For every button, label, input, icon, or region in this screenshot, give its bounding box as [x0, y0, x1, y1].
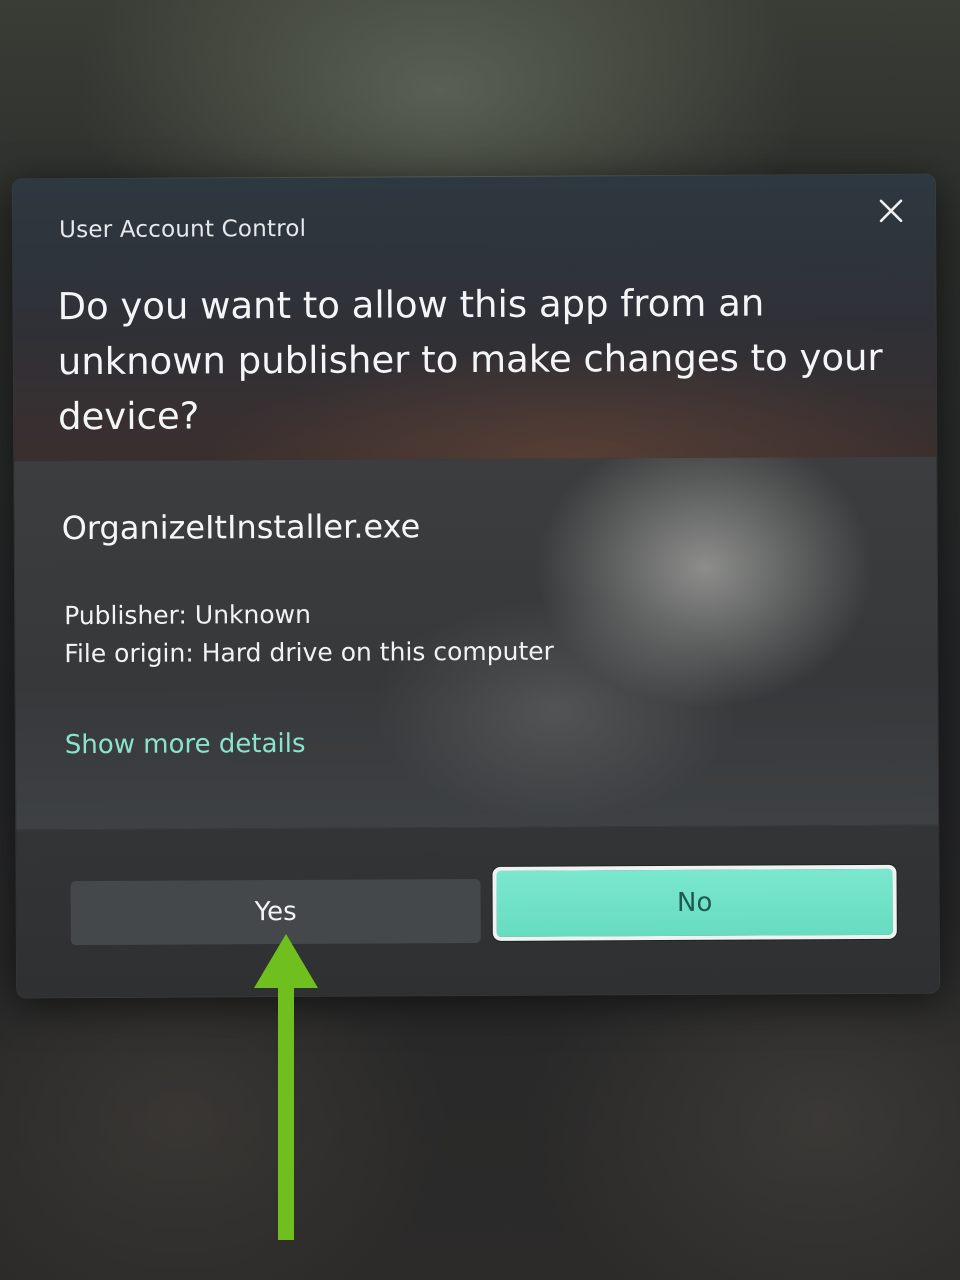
dialog-header: User Account Control Do you want to allo…: [12, 174, 937, 462]
dialog-title: User Account Control: [59, 215, 307, 244]
program-filename: OrganizeItInstaller.exe: [61, 507, 421, 548]
desktop-background: User Account Control Do you want to allo…: [0, 0, 960, 1280]
uac-dialog: User Account Control Do you want to allo…: [11, 173, 941, 999]
publisher-text: Publisher: Unknown: [64, 599, 311, 631]
file-origin-text: File origin: Hard drive on this computer: [64, 636, 554, 669]
dialog-question: Do you want to allow this app from an un…: [57, 281, 883, 439]
program-info: Publisher: Unknown File origin: Hard dri…: [64, 595, 554, 674]
yes-button-label: Yes: [254, 896, 297, 928]
close-button[interactable]: [867, 187, 915, 235]
no-button-label: No: [676, 887, 713, 918]
close-icon: [879, 199, 903, 223]
show-more-details-link[interactable]: Show more details: [65, 729, 306, 760]
arrow-up-icon: [254, 934, 318, 1240]
no-button[interactable]: No: [492, 864, 897, 941]
